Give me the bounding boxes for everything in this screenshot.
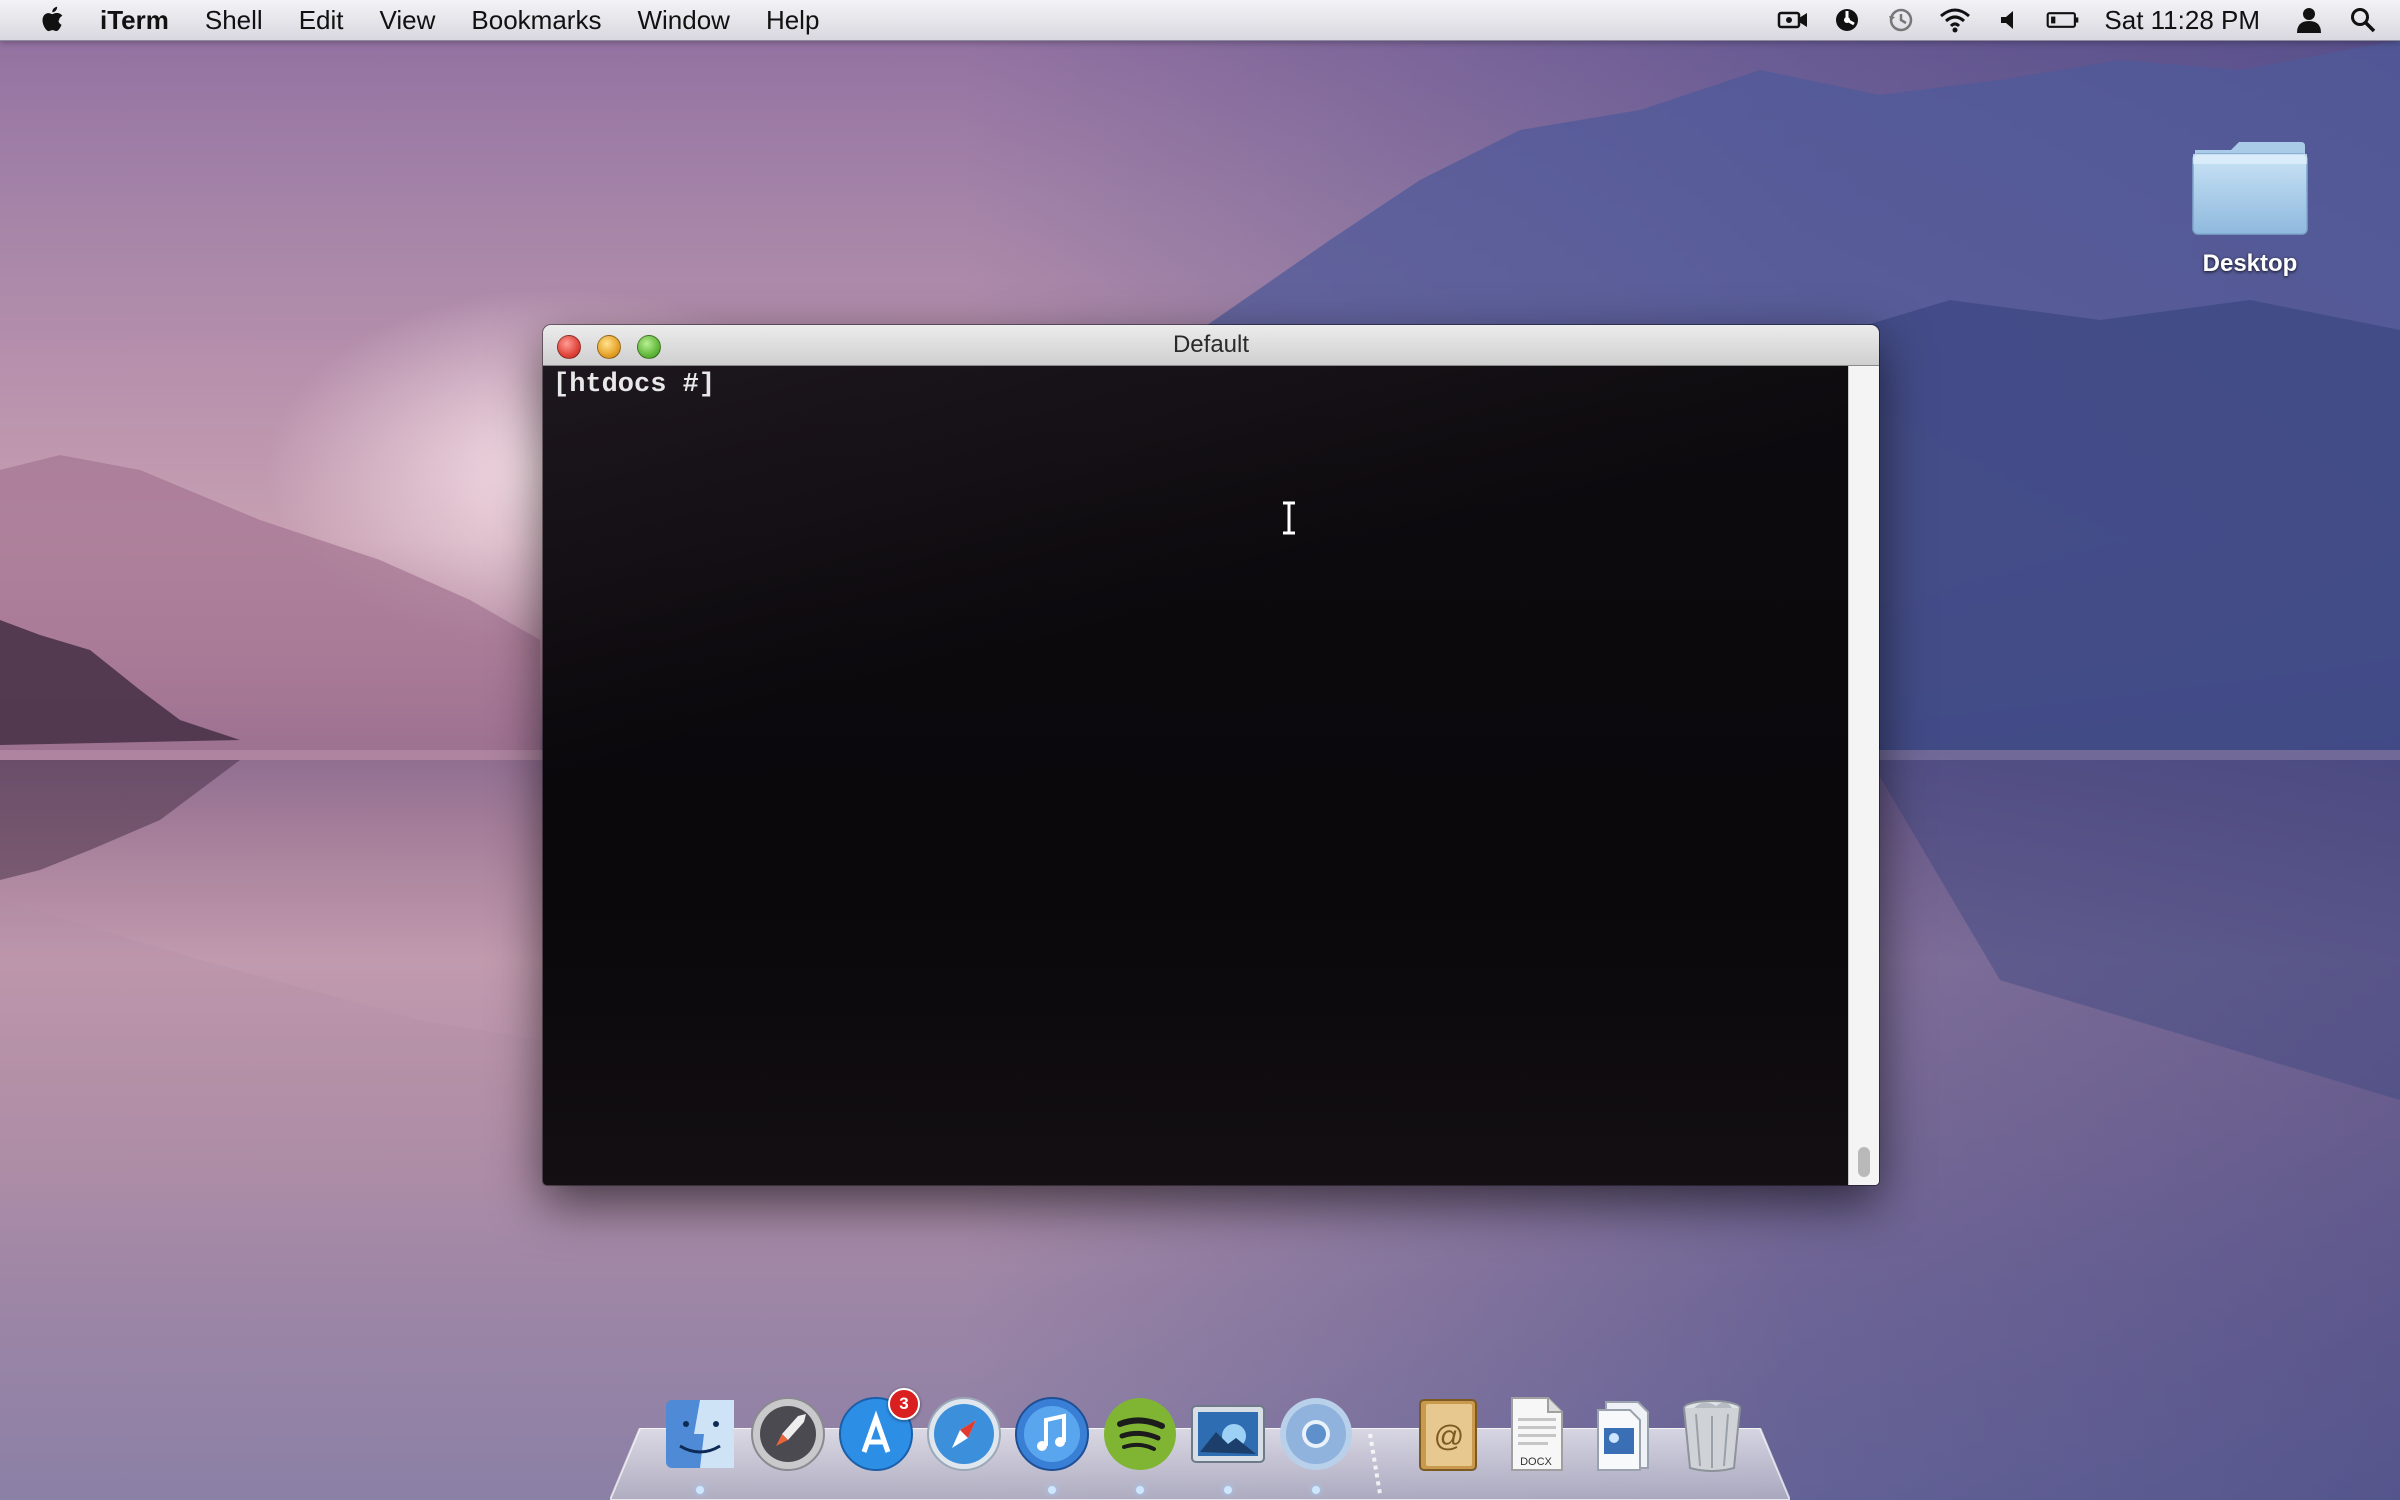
app-store-badge: 3 xyxy=(888,1388,920,1420)
menu-bookmarks[interactable]: Bookmarks xyxy=(453,0,619,40)
menu-help[interactable]: Help xyxy=(748,0,837,40)
scrollbar[interactable] xyxy=(1848,366,1879,1185)
terminal-area[interactable]: [htdocs #] xyxy=(543,366,1849,1185)
address-book-icon[interactable]: @ xyxy=(1408,1394,1488,1474)
downloads-stack-icon[interactable] xyxy=(1584,1394,1664,1474)
menu-bar: iTerm Shell Edit View Bookmarks Window H… xyxy=(0,0,2400,41)
menu-view[interactable]: View xyxy=(362,0,454,40)
terminal-prompt: [htdocs #] xyxy=(553,370,716,400)
apple-menu-icon[interactable] xyxy=(36,5,66,35)
itunes-icon[interactable] xyxy=(1012,1394,1092,1494)
menu-window[interactable]: Window xyxy=(619,0,747,40)
terminal-background xyxy=(543,366,1849,1185)
window-title: Default xyxy=(1172,331,1250,358)
battery-icon[interactable] xyxy=(2046,0,2080,40)
desktop-folder-label: Desktop xyxy=(2202,250,2298,277)
dock: 3 @ DOCX xyxy=(652,1386,1752,1494)
running-indicator xyxy=(1312,1486,1320,1494)
trash-icon[interactable] xyxy=(1672,1394,1752,1474)
status-area: Sat 11:28 PM xyxy=(1766,0,2400,40)
screen-recorder-icon[interactable] xyxy=(1776,0,1810,40)
launchpad-icon[interactable] xyxy=(748,1394,828,1474)
chrome-icon[interactable] xyxy=(1276,1394,1356,1494)
wifi-icon[interactable] xyxy=(1938,0,1972,40)
menu-clock[interactable]: Sat 11:28 PM xyxy=(2104,5,2260,36)
window-titlebar[interactable]: Default xyxy=(543,325,1879,366)
spotify-icon[interactable] xyxy=(1100,1394,1180,1494)
document-type-label: DOCX xyxy=(1520,1456,1552,1468)
scrollbar-thumb[interactable] xyxy=(1858,1147,1870,1177)
menu-app-name[interactable]: iTerm xyxy=(100,0,187,40)
text-cursor-icon xyxy=(1280,501,1298,540)
user-icon[interactable] xyxy=(2292,0,2326,40)
sync-status-icon[interactable] xyxy=(1830,0,1864,40)
app-store-icon[interactable]: 3 xyxy=(836,1388,920,1474)
desktop-folder[interactable]: Desktop xyxy=(2170,140,2330,278)
iterm-window[interactable]: Default [htdocs #] xyxy=(543,325,1879,1185)
running-indicator xyxy=(696,1486,704,1494)
finder-icon[interactable] xyxy=(660,1394,740,1494)
running-indicator xyxy=(1224,1486,1232,1494)
menu-shell[interactable]: Shell xyxy=(187,0,281,40)
preview-icon[interactable] xyxy=(1188,1394,1268,1494)
spotlight-search-icon[interactable] xyxy=(2346,0,2380,40)
svg-text:@: @ xyxy=(1434,1420,1464,1453)
volume-icon[interactable] xyxy=(1992,0,2026,40)
running-indicator xyxy=(1136,1486,1144,1494)
time-machine-icon[interactable] xyxy=(1884,0,1918,40)
running-indicator xyxy=(1048,1486,1056,1494)
document-icon[interactable]: DOCX xyxy=(1496,1394,1576,1474)
menu-edit[interactable]: Edit xyxy=(281,0,362,40)
safari-icon[interactable] xyxy=(924,1394,1004,1474)
folder-icon[interactable] xyxy=(2191,140,2309,236)
